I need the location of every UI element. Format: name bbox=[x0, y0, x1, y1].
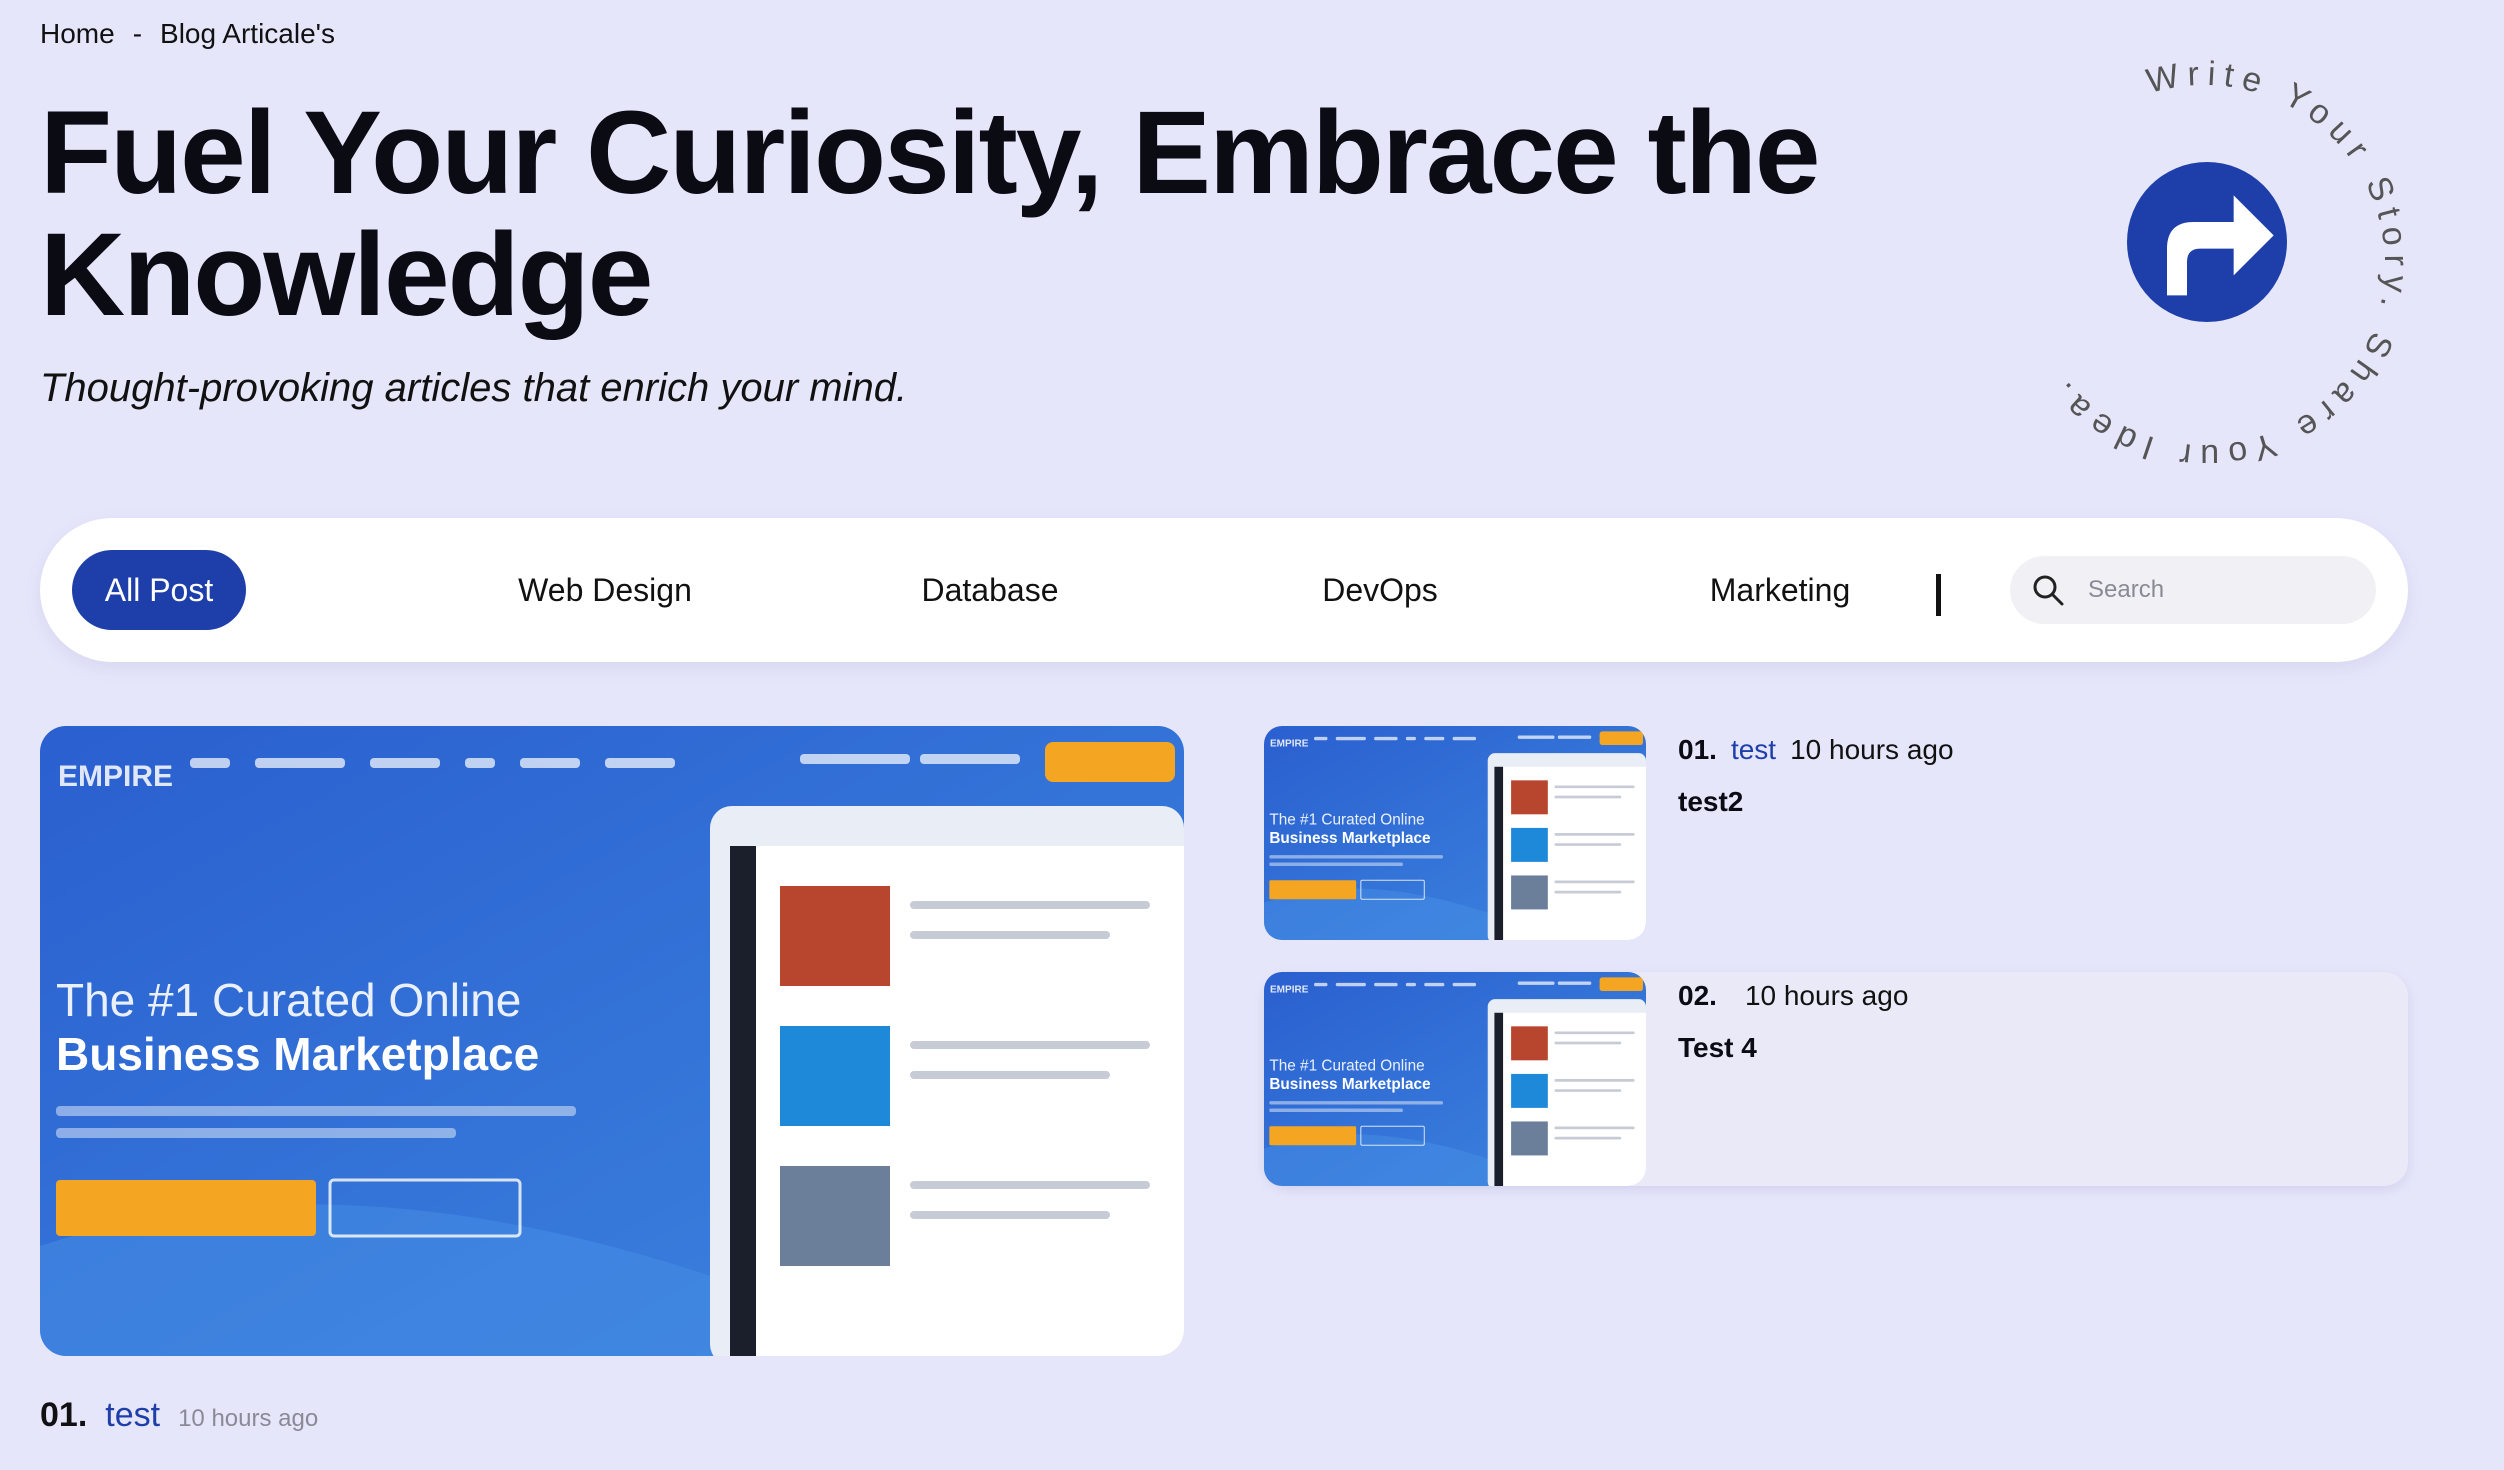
write-story-badge: Write Your Story. Share Your Idea. bbox=[2000, 55, 2410, 475]
search-box bbox=[2010, 556, 2376, 624]
tab-all-post[interactable]: All Post bbox=[72, 550, 246, 630]
featured-post-image[interactable] bbox=[40, 726, 1184, 1356]
tab-web-design[interactable]: Web Design bbox=[450, 550, 760, 630]
post-number: 01. bbox=[1678, 734, 1717, 765]
page-subtitle: Thought-provoking articles that enrich y… bbox=[40, 366, 908, 410]
breadcrumb-separator: - bbox=[132, 18, 143, 49]
list-item: 02. 10 hours ago Test 4 bbox=[1264, 972, 2408, 1186]
list-item: 01. test 10 hours ago test2 bbox=[1264, 726, 2408, 940]
post-time: 10 hours ago bbox=[178, 1405, 319, 1432]
category-filter-bar: All Post Web Design Database DevOps Mark… bbox=[40, 518, 2408, 662]
breadcrumb-home-link[interactable]: Home bbox=[40, 18, 115, 50]
filter-divider bbox=[1936, 574, 1941, 616]
post-category-link[interactable]: test bbox=[105, 1396, 160, 1435]
post-time: 10 hours ago bbox=[1744, 980, 1909, 1011]
featured-post-meta: 01. test 10 hours ago bbox=[40, 1396, 318, 1435]
breadcrumb: Home - Blog Articale's bbox=[40, 18, 335, 50]
share-arrow-icon bbox=[2167, 195, 2274, 296]
post-meta: 02. 10 hours ago bbox=[1678, 980, 1908, 1012]
post-time: 10 hours ago bbox=[1790, 734, 1954, 765]
search-icon[interactable] bbox=[2028, 570, 2068, 610]
tab-marketing[interactable]: Marketing bbox=[1640, 550, 1920, 630]
post-number: 02. bbox=[1678, 980, 1717, 1011]
tab-database[interactable]: Database bbox=[860, 550, 1120, 630]
write-story-button[interactable] bbox=[2127, 162, 2287, 322]
search-input[interactable] bbox=[2086, 575, 2370, 605]
post-category-link[interactable]: test bbox=[1731, 734, 1776, 766]
post-title[interactable]: test2 bbox=[1678, 786, 1743, 818]
post-meta: 01. test 10 hours ago bbox=[1678, 734, 1954, 766]
post-title[interactable]: Test 4 bbox=[1678, 1032, 1757, 1064]
post-thumbnail[interactable] bbox=[1264, 972, 1646, 1186]
post-number: 01. bbox=[40, 1396, 88, 1434]
post-thumbnail[interactable] bbox=[1264, 726, 1646, 940]
breadcrumb-current: Blog Articale's bbox=[160, 18, 336, 49]
page-title: Fuel Your Curiosity, Embrace the Knowled… bbox=[40, 87, 1821, 341]
tab-devops[interactable]: DevOps bbox=[1260, 550, 1500, 630]
